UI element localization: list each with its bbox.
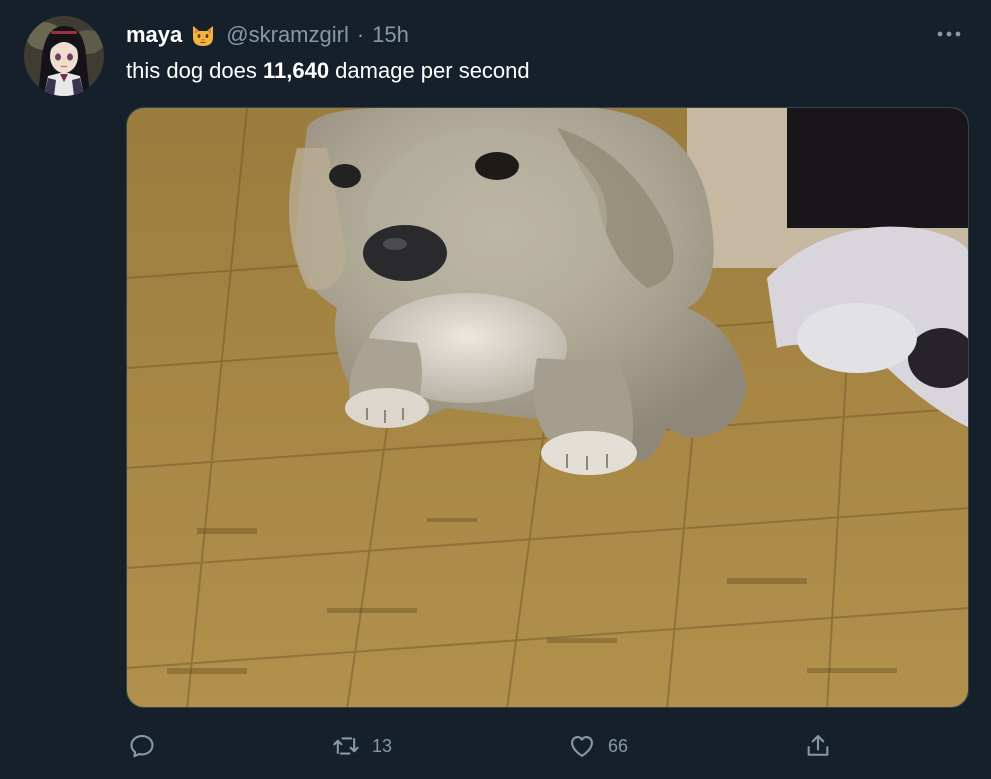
retweet-icon: [333, 737, 359, 755]
tweet-media-photo[interactable]: [126, 107, 969, 708]
heart-icon: [571, 735, 593, 757]
cat-face-emoji-icon: [190, 22, 216, 48]
separator-dot: ·: [356, 22, 365, 47]
reply-icon: [130, 735, 154, 758]
tweet-text-bold-number: 11,640: [262, 58, 330, 83]
retweet-button[interactable]: 13: [332, 728, 392, 764]
tweet-text-start: this dog does: [126, 58, 263, 83]
reply-button[interactable]: [128, 728, 168, 764]
tweet-actions-bar: 13 66: [126, 728, 969, 764]
like-button[interactable]: 66: [568, 728, 628, 764]
tweet-text-end: damage per second: [329, 58, 530, 83]
display-name[interactable]: maya: [126, 22, 182, 48]
avatar[interactable]: [24, 16, 104, 96]
tweet-header: maya @skramzgirl · 15h: [126, 20, 409, 50]
avatar-image: [24, 16, 104, 96]
puppy-photo: [127, 108, 968, 707]
share-icon: [807, 735, 829, 756]
more-horizontal-icon: [937, 31, 961, 37]
retweet-count: 13: [372, 735, 393, 756]
tweet-text: this dog does 11,640 damage per second: [126, 56, 530, 86]
like-count: 66: [608, 735, 629, 756]
share-button[interactable]: [804, 728, 844, 764]
user-handle[interactable]: @skramzgirl: [226, 22, 349, 48]
tweet-card: maya @skramzgirl · 15h this dog does 11,…: [0, 0, 991, 779]
more-options-button[interactable]: [931, 20, 967, 48]
tweet-timestamp[interactable]: 15h: [372, 22, 409, 48]
